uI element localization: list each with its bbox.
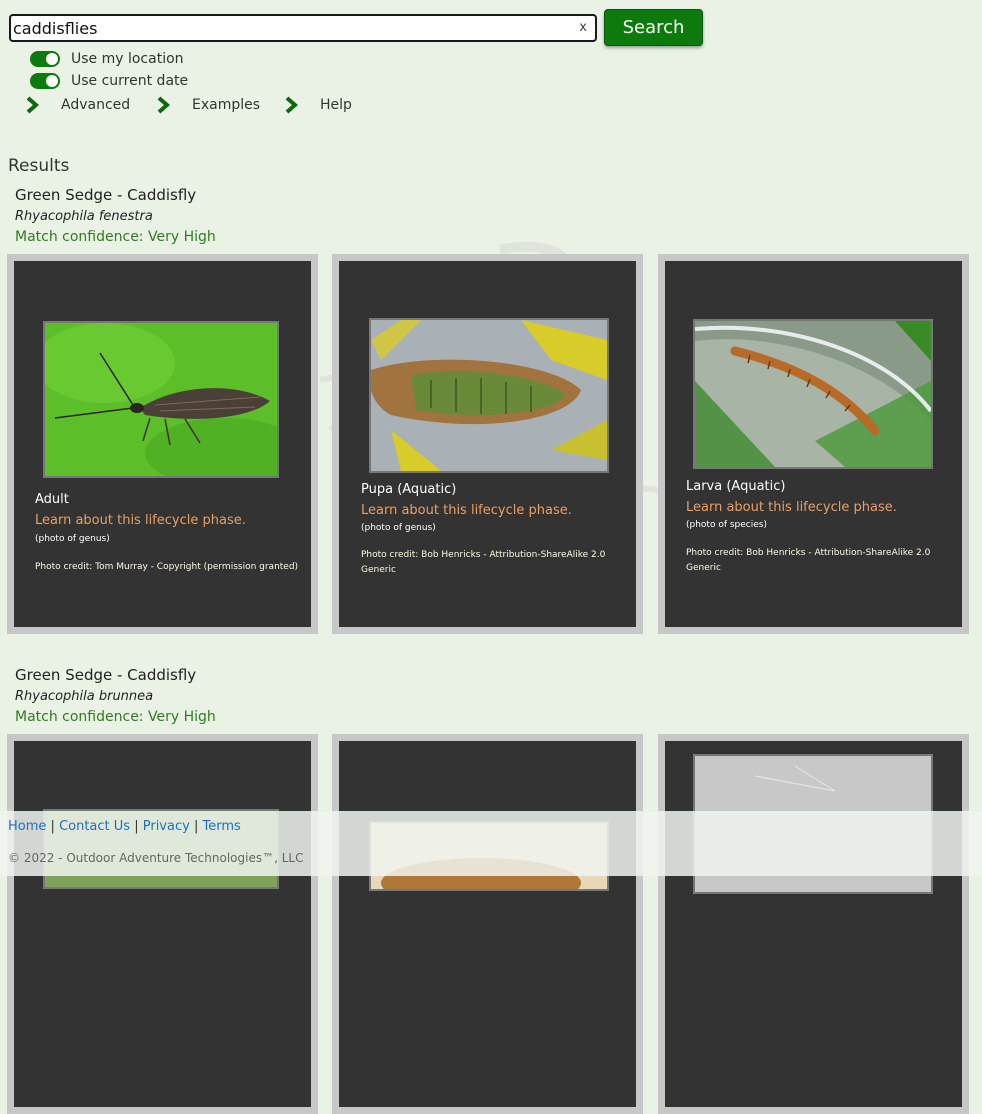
date-toggle-row: Use current date [30,73,188,89]
adult-photo [43,321,279,478]
footer: Home | Contact Us | Privacy | Terms © 20… [0,811,982,876]
photo-note: (photo of species) [686,520,767,530]
lifecycle-card-larva: Larva (Aquatic) Learn about this lifecyc… [658,254,969,634]
toggle-knob [46,53,58,65]
footer-separator: | [134,819,139,834]
chevron-right-icon [26,96,39,114]
adult-caddisfly-image [45,323,277,476]
clear-search-button[interactable]: x [579,20,587,36]
search-box: x [9,14,597,42]
result-common-name: Green Sedge - Caddisfly [15,666,197,684]
results-heading: Results [8,156,70,176]
footer-home-link[interactable]: Home [8,819,46,834]
footer-separator: | [193,819,199,834]
use-date-toggle[interactable] [30,73,60,89]
toggle-knob [46,75,58,87]
result-scientific-name: Rhyacophila fenestra [15,209,153,224]
learn-lifecycle-link[interactable]: Learn about this lifecycle phase. [686,500,897,515]
learn-lifecycle-link[interactable]: Learn about this lifecycle phase. [361,503,572,518]
search-input[interactable] [11,16,571,40]
result-common-name: Green Sedge - Caddisfly [15,186,197,204]
use-location-toggle[interactable] [30,51,60,67]
advanced-expander[interactable]: Advanced [25,96,130,114]
lifecycle-card-adult: Adult Learn about this lifecycle phase. … [7,254,318,634]
footer-links: Home | Contact Us | Privacy | Terms [8,819,241,834]
lifecycle-card [7,734,318,1114]
chevron-right-icon [157,96,170,114]
help-label: Help [320,97,352,113]
pupa-photo [369,318,609,473]
footer-separator: | [50,819,55,834]
examples-expander[interactable]: Examples [156,96,260,114]
footer-terms-link[interactable]: Terms [202,819,240,834]
photo-credit: Photo credit: Bob Henricks - Attribution… [361,550,606,575]
photo-note: (photo of genus) [35,534,110,544]
photo-note: (photo of genus) [361,523,436,533]
pupa-caddisfly-image [371,320,607,471]
phase-label: Adult [35,492,69,507]
larva-photo [693,319,933,469]
lifecycle-card [332,734,643,1114]
footer-contact-link[interactable]: Contact Us [59,819,130,834]
examples-label: Examples [192,97,261,113]
learn-lifecycle-link[interactable]: Learn about this lifecycle phase. [35,513,246,528]
lifecycle-card-pupa: Pupa (Aquatic) Learn about this lifecycl… [332,254,643,634]
photo-credit: Photo credit: Tom Murray - Copyright (pe… [35,562,299,572]
footer-privacy-link[interactable]: Privacy [143,819,190,834]
location-toggle-row: Use my location [30,51,184,67]
copyright-text: © 2022 - Outdoor Adventure Technologies™… [8,851,304,865]
chevron-right-icon [285,96,298,114]
result-confidence: Match confidence: Very High [15,709,216,725]
use-date-label: Use current date [71,73,189,89]
larva-caddisfly-image [695,321,931,467]
result-confidence: Match confidence: Very High [15,229,216,245]
lifecycle-card [658,734,969,1114]
result-scientific-name: Rhyacophila brunnea [15,689,154,704]
phase-label: Pupa (Aquatic) [361,482,457,497]
use-location-label: Use my location [71,51,184,67]
search-button[interactable]: Search [604,9,703,46]
help-expander[interactable]: Help [284,96,352,114]
advanced-label: Advanced [61,97,131,113]
phase-label: Larva (Aquatic) [686,479,786,494]
photo-credit: Photo credit: Bob Henricks - Attribution… [686,548,931,573]
